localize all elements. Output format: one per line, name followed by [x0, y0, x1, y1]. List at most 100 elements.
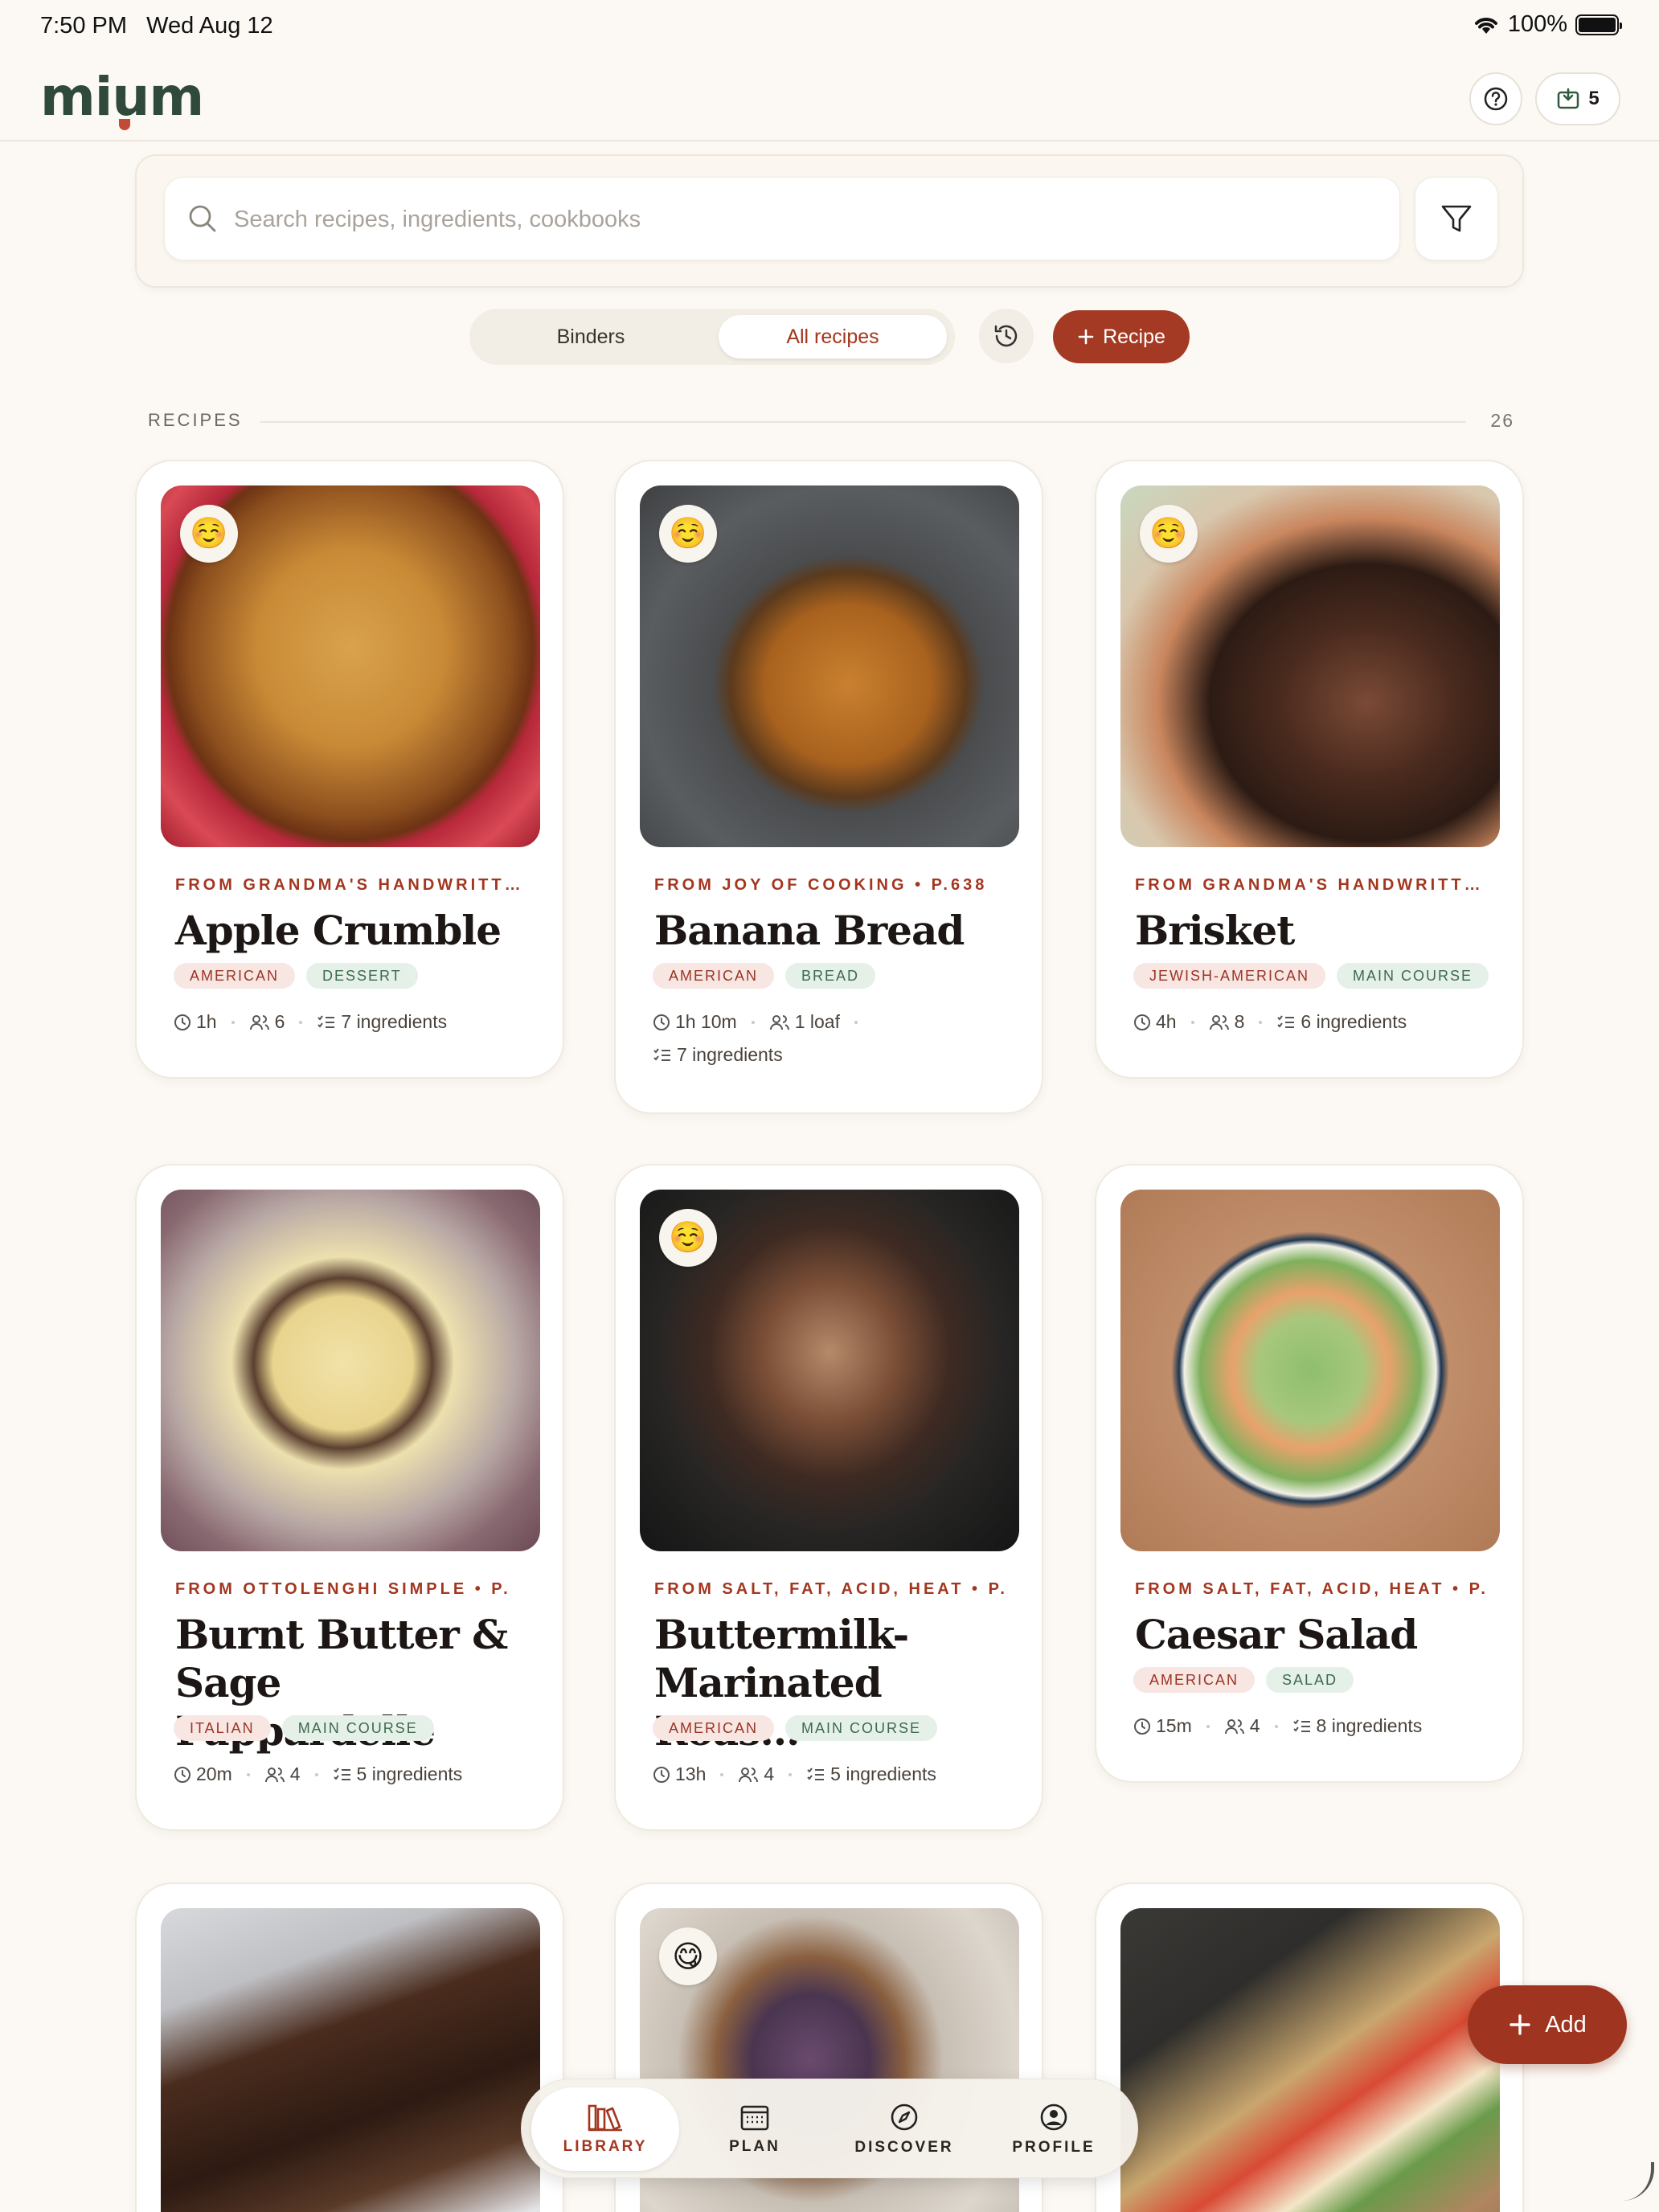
recipe-ingredients: 5 ingredients — [356, 1763, 463, 1784]
plus-icon — [1078, 329, 1094, 345]
status-bar: 7:50 PM Wed Aug 12 100% — [0, 0, 1659, 51]
recipe-meta: 1h 10m 1 loaf 7 ingredients — [653, 1011, 918, 1066]
recipe-card[interactable]: ☺️ FROM GRANDMA'S HANDWRITTEN Brisket JE… — [1095, 460, 1524, 1079]
inbox-count: 5 — [1588, 88, 1600, 109]
cuisine-tag: AMERICAN — [174, 963, 296, 989]
recipe-card[interactable] — [1095, 1882, 1524, 2212]
recipe-title: Caesar Salad — [1135, 1611, 1418, 1658]
checklist-icon — [333, 1767, 350, 1780]
battery-icon — [1575, 14, 1622, 35]
recipe-time: 4h — [1156, 1011, 1177, 1032]
checklist-icon — [653, 1047, 670, 1061]
course-tag: SALAD — [1266, 1667, 1354, 1693]
search-icon — [189, 205, 216, 232]
nav-discover[interactable]: DISCOVER — [830, 2087, 978, 2171]
cuisine-tag: ITALIAN — [174, 1715, 271, 1741]
add-label: Add — [1545, 2011, 1587, 2038]
search-input[interactable] — [234, 197, 1375, 242]
rating-emoji: 😋 — [659, 1927, 717, 1985]
recipe-time: 15m — [1156, 1715, 1192, 1736]
recipe-ingredients: 7 ingredients — [341, 1011, 448, 1032]
nav-discover-label: DISCOVER — [854, 2139, 954, 2156]
recipe-ingredients: 5 ingredients — [830, 1763, 936, 1784]
servings-icon — [739, 1767, 759, 1782]
course-tag: DESSERT — [306, 963, 418, 989]
help-icon — [1484, 87, 1508, 111]
scroll-corner-indicator — [1616, 2162, 1654, 2201]
rating-emoji: ☺️ — [659, 1209, 717, 1267]
history-button[interactable] — [979, 309, 1034, 363]
recipe-servings: 1 loaf — [794, 1011, 840, 1032]
recipe-card[interactable]: ☺️ FROM SALT, FAT, ACID, HEAT • P. Butte… — [614, 1164, 1043, 1831]
rating-emoji: ☺️ — [1140, 505, 1198, 563]
app-logo[interactable]: mium — [40, 66, 204, 130]
clock-icon — [653, 1014, 670, 1030]
recipe-photo: ☺️ — [640, 1190, 1019, 1551]
app-header: mium 5 — [0, 51, 1659, 141]
recipe-source: FROM SALT, FAT, ACID, HEAT • P. — [1135, 1580, 1489, 1598]
recipe-source: FROM JOY OF COOKING • P.638 — [654, 876, 988, 894]
recipe-card[interactable] — [135, 1882, 564, 2212]
checklist-icon — [1292, 1718, 1310, 1732]
recipe-servings: 6 — [274, 1011, 285, 1032]
servings-icon — [249, 1014, 269, 1030]
nav-profile-label: PROFILE — [1012, 2139, 1096, 2156]
bottom-nav: LIBRARY PLAN DISCOVER PROFILE — [521, 2079, 1138, 2178]
clock-icon — [174, 1014, 190, 1030]
recipe-tags: AMERICAN MAIN COURSE — [653, 1715, 938, 1741]
recipe-photo — [1120, 1908, 1500, 2212]
recipe-card[interactable]: FROM OTTOLENGHI SIMPLE • P. Burnt Butter… — [135, 1164, 564, 1831]
recipe-count: 26 — [1490, 410, 1514, 431]
recipe-card[interactable]: ☺️ FROM JOY OF COOKING • P.638 Banana Br… — [614, 460, 1043, 1114]
add-fab-button[interactable]: Add — [1468, 1985, 1627, 2064]
course-tag: BREAD — [785, 963, 876, 989]
servings-icon — [264, 1767, 285, 1782]
tab-all-recipes[interactable]: All recipes — [719, 315, 947, 358]
nav-plan[interactable]: PLAN — [681, 2087, 829, 2171]
recipe-card[interactable]: FROM SALT, FAT, ACID, HEAT • P. Caesar S… — [1095, 1164, 1524, 1783]
cuisine-tag: AMERICAN — [653, 1715, 775, 1741]
nav-library[interactable]: LIBRARY — [531, 2087, 679, 2171]
logo-tongue-mark — [119, 119, 130, 130]
course-tag: MAIN COURSE — [785, 1715, 938, 1741]
view-toggle: Binders All recipes — [469, 309, 955, 365]
checklist-icon — [1277, 1014, 1295, 1028]
recipe-time: 1h — [196, 1011, 217, 1032]
calendar-icon — [740, 2105, 769, 2131]
recipe-title: Banana Bread — [654, 907, 965, 954]
recipe-title: Apple Crumble — [175, 907, 502, 954]
recipe-photo — [161, 1190, 540, 1551]
clock-text: 7:50 PM — [40, 13, 127, 39]
recipe-photo: ☺️ — [1120, 485, 1500, 847]
section-divider — [260, 421, 1466, 423]
recipe-time: 1h 10m — [675, 1011, 737, 1032]
filter-icon — [1441, 205, 1472, 232]
recipe-tags: AMERICAN DESSERT — [174, 963, 418, 989]
checklist-icon — [317, 1014, 335, 1028]
recipe-meta: 1h 6 7 ingredients — [174, 1011, 551, 1033]
import-inbox-button[interactable]: 5 — [1535, 72, 1620, 125]
search-box[interactable] — [164, 177, 1400, 260]
recipe-servings: 4 — [764, 1763, 775, 1784]
clock-icon — [653, 1766, 670, 1783]
recipe-card[interactable]: ☺️ FROM GRANDMA'S HANDWRITTEN Apple Crum… — [135, 460, 564, 1079]
help-button[interactable] — [1469, 72, 1522, 125]
wifi-icon — [1474, 17, 1497, 34]
recipe-time: 13h — [675, 1763, 707, 1784]
recipe-source: FROM GRANDMA'S HANDWRITTEN — [175, 876, 529, 894]
tray-download-icon — [1558, 88, 1579, 109]
filter-button[interactable] — [1415, 177, 1498, 260]
tab-binders[interactable]: Binders — [479, 315, 703, 358]
section-title: RECIPES — [148, 410, 243, 430]
recipe-photo — [161, 1908, 540, 2212]
cuisine-tag: AMERICAN — [1133, 1667, 1256, 1693]
new-recipe-button[interactable]: Recipe — [1053, 310, 1190, 363]
cuisine-tag: AMERICAN — [653, 963, 775, 989]
nav-profile[interactable]: PROFILE — [980, 2087, 1128, 2171]
date-text: Wed Aug 12 — [146, 13, 273, 39]
recipe-meta: 20m 4 5 ingredients — [174, 1763, 551, 1785]
clock-icon — [174, 1766, 190, 1783]
recipe-servings: 4 — [289, 1763, 301, 1784]
recipe-source: FROM GRANDMA'S HANDWRITTEN — [1135, 876, 1489, 894]
recipe-ingredients: 7 ingredients — [677, 1044, 783, 1065]
